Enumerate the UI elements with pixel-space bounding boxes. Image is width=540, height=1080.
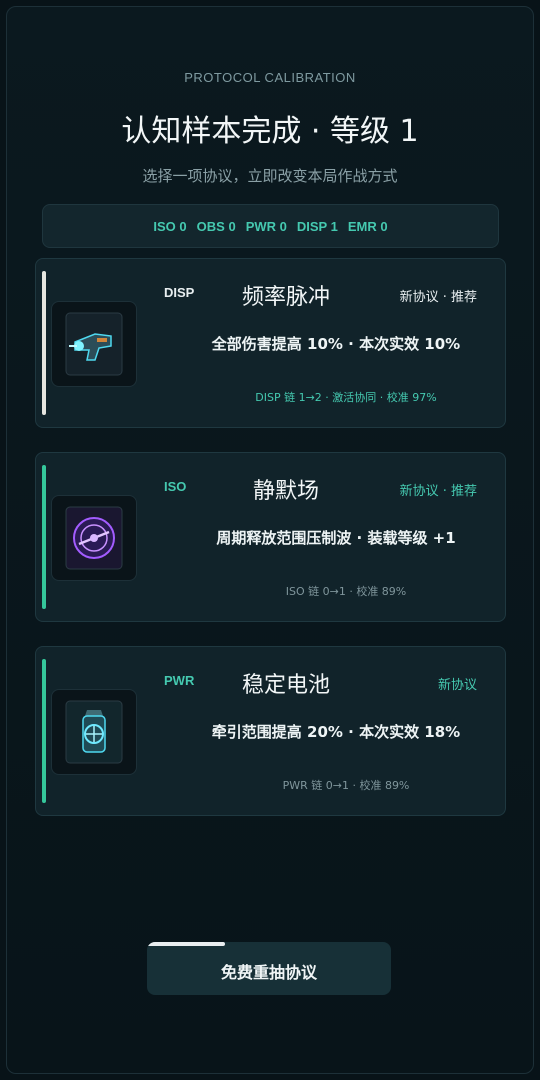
stable-battery-icon [65,700,123,764]
card-chain-info: PWR 链 0→1 · 校准 89% [282,779,410,792]
card-accent-bar [42,659,46,803]
panel-kicker: PROTOCOL CALIBRATION [184,70,356,85]
card-category: PWR [164,673,195,688]
page-subtitle: 选择一项协议，立即改变本局作战方式 [142,167,398,185]
card-name: 静默场 [252,479,319,504]
silence-field-icon [65,506,123,570]
card-chain-info: ISO 链 0→1 · 校准 89% [285,585,407,598]
stat-iso: ISO 0 [153,218,187,234]
card-category: DISP [164,285,195,300]
stat-obs: OBS 0 [196,218,236,234]
icon-frame [51,301,137,387]
card-effect: 牵引范围提高 20% · 本次实效 18% [211,723,461,741]
card-badge: 新协议 [437,678,477,693]
icon-frame [51,689,137,775]
reroll-button-label: 免费重抽协议 [220,963,317,982]
card-badge: 新协议 · 推荐 [399,290,477,305]
card-category: ISO [164,479,187,494]
card-accent-bar [42,271,46,415]
page-title: 认知样本完成 · 等级 1 [121,114,419,149]
protocol-stats-bar: ISO 0 OBS 0 PWR 0 DISP 1 EMR 0 [42,204,499,248]
protocol-card-stable-battery[interactable]: PWR 稳定电池 新协议 牵引范围提高 20% · 本次实效 18% PWR 链… [35,646,506,816]
card-accent-bar [42,465,46,609]
stat-emr: EMR 0 [347,218,388,234]
card-effect: 周期释放范围压制波 · 装载等级 +1 [216,529,456,547]
icon-frame [51,495,137,581]
card-chain-info: DISP 链 1→2 · 激活协同 · 校准 97% [255,391,437,404]
stat-disp: DISP 1 [296,218,338,234]
card-effect: 全部伤害提高 10% · 本次实效 10% [211,335,461,353]
card-name: 频率脉冲 [241,285,330,310]
card-name: 稳定电池 [241,673,330,698]
reroll-protocol-button[interactable]: 免费重抽协议 [147,942,391,995]
reroll-progress-bar [147,942,226,946]
protocol-card-silence-field[interactable]: ISO 静默场 新协议 · 推荐 周期释放范围压制波 · 装载等级 +1 ISO… [35,452,506,622]
pulse-blaster-icon [65,312,123,376]
stat-pwr: PWR 0 [245,218,287,234]
protocol-card-frequency-pulse[interactable]: DISP 频率脉冲 新协议 · 推荐 全部伤害提高 10% · 本次实效 10%… [35,258,506,428]
card-badge: 新协议 · 推荐 [399,484,477,499]
